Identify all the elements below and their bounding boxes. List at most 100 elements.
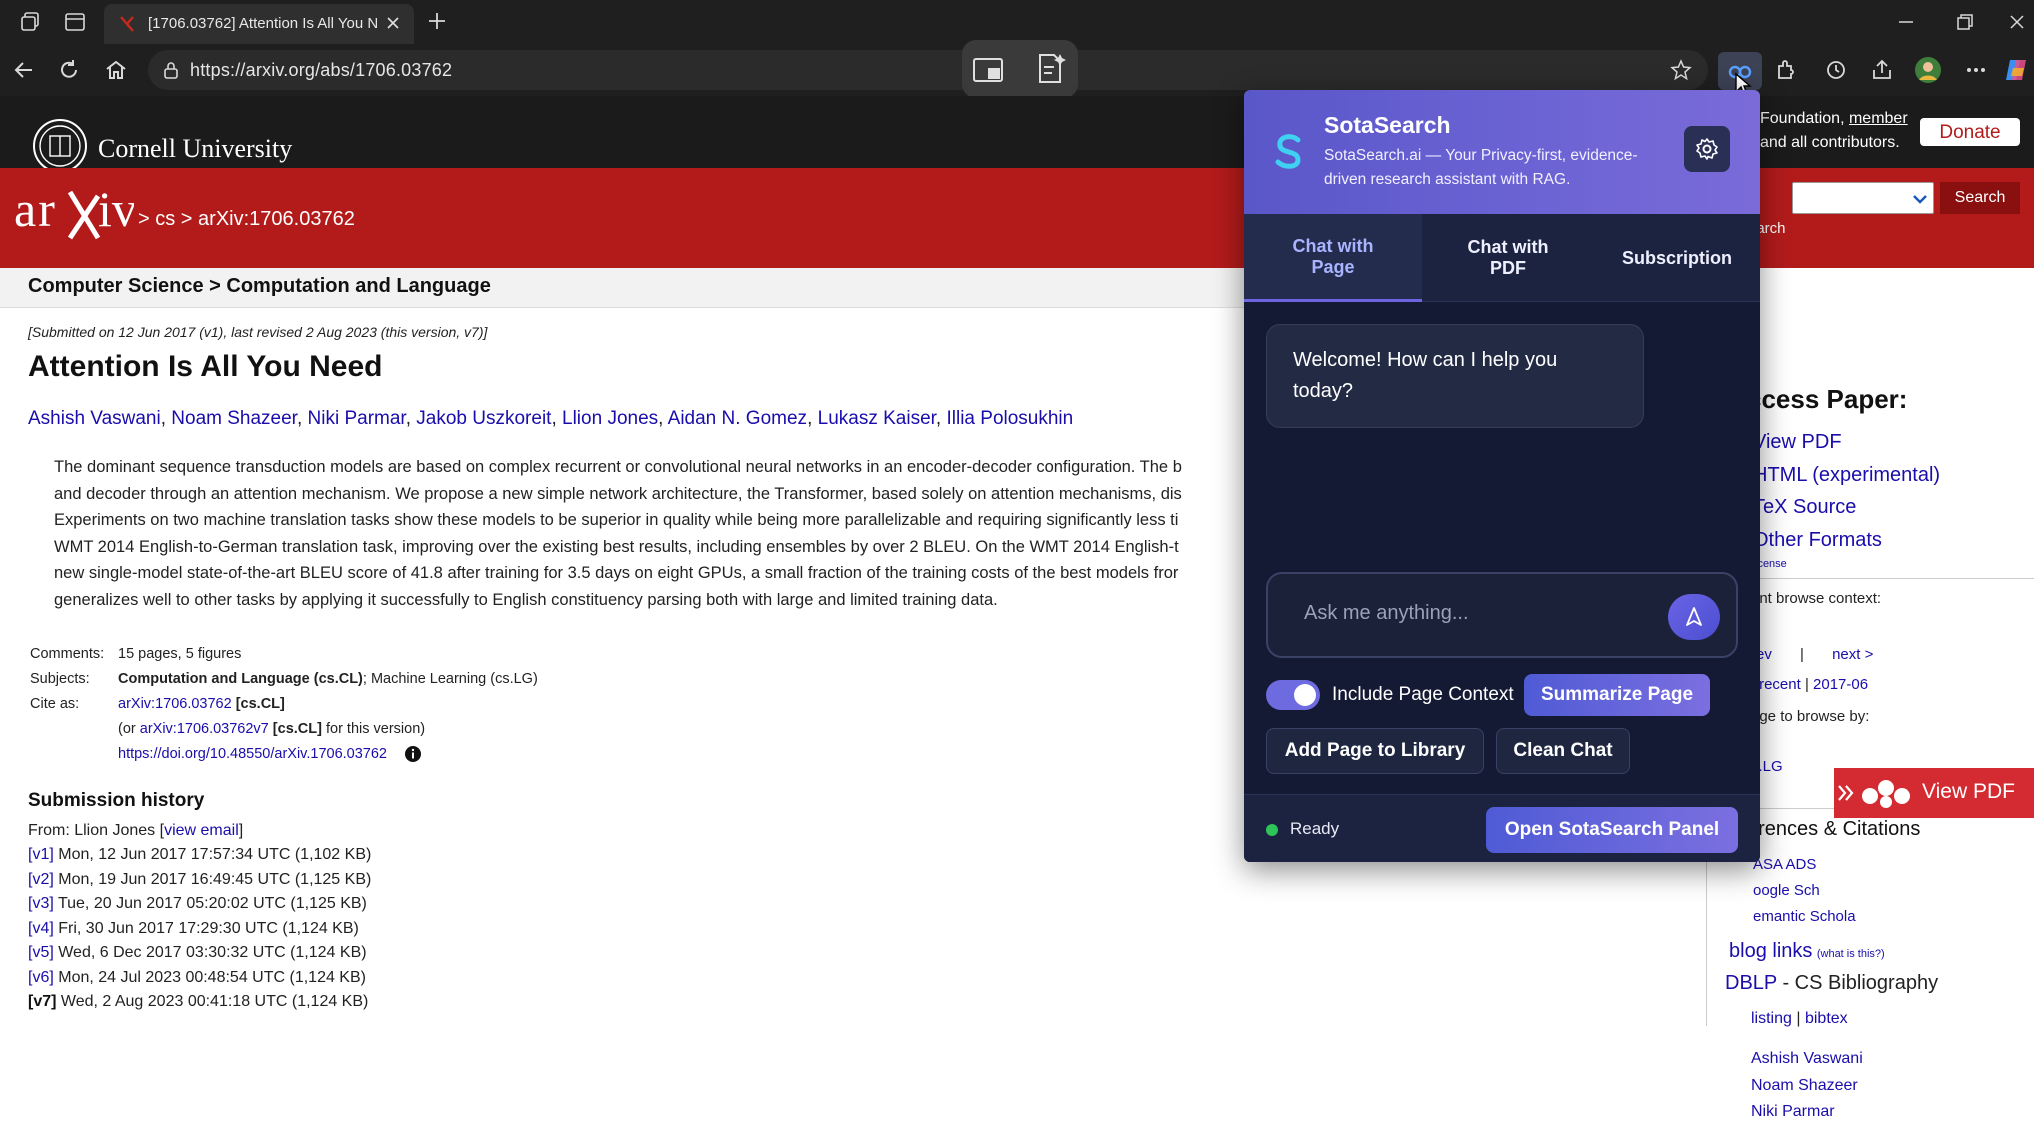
version-link[interactable]: [v3]	[28, 895, 54, 912]
author-link[interactable]: Niki Parmar	[308, 408, 406, 429]
cite-version-link[interactable]: arXiv:1706.03762v7	[140, 721, 269, 737]
search-button[interactable]: Search	[1940, 182, 2020, 214]
doi-link[interactable]: https://doi.org/10.48550/arXiv.1706.0376…	[118, 746, 387, 762]
blog-what-link[interactable]: (what is this?)	[1817, 948, 1885, 960]
chat-area: Welcome! How can I help you today? Ask m…	[1244, 302, 1760, 732]
active-tab[interactable]: [1706.03762] Attention Is All You Need	[104, 4, 414, 44]
summarize-page-button[interactable]: Summarize Page	[1524, 674, 1710, 716]
arxiv-breadcrumb[interactable]: > cs > arXiv:1706.03762	[138, 208, 355, 231]
send-button[interactable]	[1668, 594, 1720, 640]
floating-view-pdf-button[interactable]: View PDF	[1834, 768, 2034, 818]
dblp-author-link[interactable]: Ashish Vaswani	[1751, 1046, 1863, 1073]
chevron-down-icon[interactable]	[1911, 191, 1929, 207]
version-link[interactable]: [v6]	[28, 969, 54, 986]
restore-icon[interactable]	[1955, 12, 1975, 32]
vertical-tabs-icon[interactable]	[64, 11, 86, 33]
bibtex-link[interactable]: bibtex	[1805, 1010, 1848, 1027]
access-link[interactable]: TeX Source	[1753, 491, 1940, 524]
version-link[interactable]: [v2]	[28, 871, 54, 888]
dblp-row: DBLP - CS Bibliography	[1725, 972, 1938, 995]
tab-chat-with-pdf-label: Chat with PDF	[1467, 237, 1549, 278]
lock-icon[interactable]	[162, 61, 180, 79]
url-text[interactable]: https://arxiv.org/abs/1706.03762	[190, 60, 452, 81]
workspaces-icon[interactable]	[20, 11, 42, 33]
copilot-icon[interactable]	[2004, 56, 2030, 84]
floating-view-pdf-label: View PDF	[1922, 780, 2015, 803]
access-link[interactable]: View PDF	[1753, 426, 1940, 459]
author-link[interactable]: Lukasz Kaiser	[818, 408, 936, 429]
history-icon[interactable]	[1824, 58, 1848, 82]
access-link[interactable]: Other Formats	[1753, 524, 1940, 557]
home-icon[interactable]	[104, 58, 128, 82]
access-link[interactable]: HTML (experimental)	[1753, 459, 1940, 492]
dblp-authors: Ashish Vaswani Noam Shazeer Niki Parmar	[1751, 1046, 1863, 1126]
more-menu-icon[interactable]	[1964, 58, 1988, 82]
reference-link[interactable]: oogle Sch	[1753, 878, 1856, 904]
dblp-author-link[interactable]: Noam Shazeer	[1751, 1073, 1863, 1100]
cite-link[interactable]: arXiv:1706.03762	[118, 696, 232, 712]
include-context-label: Include Page Context	[1332, 684, 1514, 705]
author-link[interactable]: Jakob Uszkoreit	[416, 408, 551, 429]
dblp-author-link[interactable]: Niki Parmar	[1751, 1099, 1863, 1126]
reference-link[interactable]: emantic Schola	[1753, 904, 1856, 930]
donate-button[interactable]: Donate	[1920, 118, 2020, 146]
listing-link[interactable]: listing	[1751, 1010, 1792, 1027]
version-link[interactable]: [v1]	[28, 846, 54, 863]
next-link[interactable]: next >	[1832, 646, 1873, 663]
author-link[interactable]: Llion Jones	[562, 408, 658, 429]
author-separator: ,	[296, 408, 308, 429]
listing-sep: |	[1796, 1010, 1801, 1027]
from-post: ]	[238, 822, 244, 839]
tab-chat-with-page[interactable]: Chat with Page	[1244, 214, 1422, 302]
open-panel-button[interactable]: Open SotaSearch Panel	[1486, 807, 1738, 853]
author-link[interactable]: Aidan N. Gomez	[668, 408, 807, 429]
minimize-icon[interactable]	[1896, 12, 1916, 32]
settings-button[interactable]	[1684, 126, 1730, 172]
address-bar[interactable]: https://arxiv.org/abs/1706.03762	[148, 50, 1708, 90]
author-link[interactable]: Ashish Vaswani	[28, 408, 161, 429]
picture-in-picture-icon[interactable]	[972, 54, 1006, 86]
author-link[interactable]: Illia Polosukhin	[946, 408, 1073, 429]
version-date: Wed, 6 Dec 2017 03:30:32 UTC (1,124 KB)	[53, 944, 367, 961]
new-tab-icon[interactable]	[426, 10, 448, 32]
tab-chat-with-pdf[interactable]: Chat with PDF	[1422, 214, 1594, 302]
search-input[interactable]	[1792, 182, 1934, 214]
blog-links[interactable]: blog links	[1729, 940, 1812, 962]
tab-title: [1706.03762] Attention Is All You Need	[148, 15, 378, 32]
view-email-link[interactable]: view email	[164, 822, 239, 839]
favorite-star-icon[interactable]	[1670, 59, 1692, 81]
comments-label: Comments:	[30, 646, 105, 662]
browse-context-label: ent browse context:	[1751, 590, 1882, 607]
reference-link[interactable]: ASA ADS	[1753, 852, 1856, 878]
abstract-line: generalizes well to other tasks by apply…	[54, 590, 998, 609]
cornell-name[interactable]: Cornell University	[98, 134, 292, 164]
reader-logo-icon	[1860, 776, 1912, 810]
refresh-icon[interactable]	[57, 58, 81, 82]
share-icon[interactable]	[1870, 58, 1894, 82]
tab-subscription[interactable]: Subscription	[1594, 214, 1760, 302]
month-link[interactable]: 2017-06	[1813, 676, 1868, 693]
extensions-puzzle-icon[interactable]	[1774, 58, 1798, 82]
popup-title: SotaSearch	[1324, 112, 1451, 138]
profile-avatar[interactable]	[1914, 56, 1942, 84]
version-row: [v2] Mon, 19 Jun 2017 16:49:45 UTC (1,12…	[28, 871, 371, 896]
clean-chat-button[interactable]: Clean Chat	[1496, 728, 1630, 774]
comments-value: 15 pages, 5 figures	[118, 646, 242, 662]
send-icon	[1683, 606, 1705, 628]
arxiv-logo[interactable]: ar iv	[14, 182, 134, 246]
dblp-link[interactable]: DBLP	[1725, 972, 1777, 994]
add-to-library-button[interactable]: Add Page to Library	[1266, 728, 1484, 774]
copilot-notes-icon[interactable]	[1034, 52, 1068, 86]
version-link[interactable]: [v4]	[28, 920, 54, 937]
support-text-1: Foundation, member	[1760, 110, 1908, 127]
include-context-toggle[interactable]	[1266, 680, 1320, 710]
close-window-icon[interactable]	[2007, 12, 2027, 32]
version-link[interactable]: [v5]	[28, 944, 54, 961]
back-icon[interactable]	[12, 58, 36, 82]
author-link[interactable]: Noam Shazeer	[171, 408, 297, 429]
chat-input[interactable]: Ask me anything...	[1266, 572, 1738, 658]
close-tab-icon[interactable]	[384, 14, 402, 32]
recent-link[interactable]: recent	[1759, 676, 1801, 693]
member-link[interactable]: member	[1849, 110, 1908, 127]
info-icon[interactable]	[404, 745, 422, 763]
